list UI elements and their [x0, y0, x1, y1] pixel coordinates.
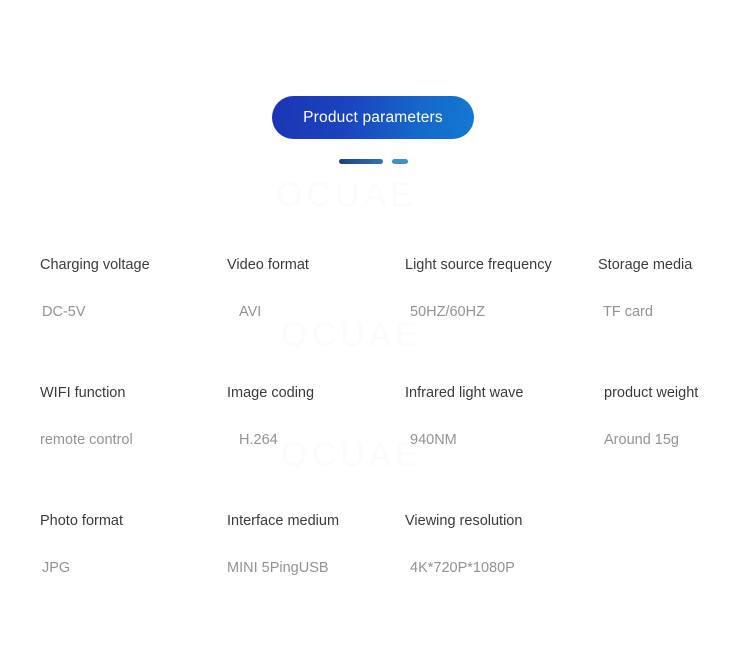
spec-label: Charging voltage	[40, 257, 150, 273]
spec-row: WIFI function remote control Image codin…	[0, 386, 750, 514]
spec-label: Interface medium	[227, 513, 340, 529]
spec-value: TF card	[603, 303, 653, 320]
product-parameters-label: Product parameters	[303, 108, 443, 126]
spec-label: Photo format	[40, 513, 124, 529]
spec-label: Infrared light wave	[405, 385, 524, 401]
spec-item-video-format: Video format AVI	[227, 258, 309, 319]
spec-item-infrared-light-wave: Infrared light wave 940NM	[405, 386, 523, 447]
spec-label: WIFI function	[40, 385, 126, 401]
spec-row: Charging voltage DC-5V Video format AVI …	[0, 258, 750, 386]
spec-value: 50HZ/60HZ	[410, 303, 485, 320]
divider-dash-long	[338, 159, 383, 164]
spec-value: 940NM	[410, 431, 457, 448]
spec-value: Around 15g	[604, 431, 679, 448]
spec-value: 4K*720P*1080P	[410, 559, 515, 576]
specification-grid: Charging voltage DC-5V Video format AVI …	[0, 258, 750, 642]
spec-value: AVI	[239, 303, 262, 320]
spec-item-viewing-resolution: Viewing resolution 4K*720P*1080P	[405, 514, 522, 575]
spec-label: Viewing resolution	[405, 513, 523, 529]
spec-label: product weight	[604, 385, 699, 401]
product-parameters-button[interactable]: Product parameters	[272, 96, 474, 139]
spec-label: Video format	[227, 257, 309, 273]
spec-item-product-weight: product weight Around 15g	[604, 386, 698, 447]
spec-item-wifi-function: WIFI function remote control	[40, 386, 133, 447]
spec-value: JPG	[42, 559, 71, 576]
spec-item-interface-medium: Interface medium MINI 5PingUSB	[227, 514, 339, 575]
section-divider-dashes	[272, 159, 474, 164]
spec-item-photo-format: Photo format JPG	[40, 514, 123, 575]
spec-row: Photo format JPG Interface medium MINI 5…	[0, 514, 750, 642]
spec-item-light-source-frequency: Light source frequency 50HZ/60HZ	[405, 258, 552, 319]
spec-item-charging-voltage: Charging voltage DC-5V	[40, 258, 150, 319]
spec-value: MINI 5PingUSB	[227, 559, 329, 576]
spec-value: DC-5V	[42, 303, 86, 320]
watermark-text-1: OCUAE	[276, 176, 417, 214]
spec-item-image-coding: Image coding H.264	[227, 386, 314, 447]
spec-item-storage-media: Storage media TF card	[598, 258, 692, 319]
spec-label: Storage media	[598, 257, 693, 273]
spec-label: Light source frequency	[405, 257, 552, 273]
spec-label: Image coding	[227, 385, 315, 401]
divider-dash-short	[391, 159, 408, 164]
spec-value: remote control	[40, 431, 133, 448]
spec-value: H.264	[239, 431, 278, 448]
